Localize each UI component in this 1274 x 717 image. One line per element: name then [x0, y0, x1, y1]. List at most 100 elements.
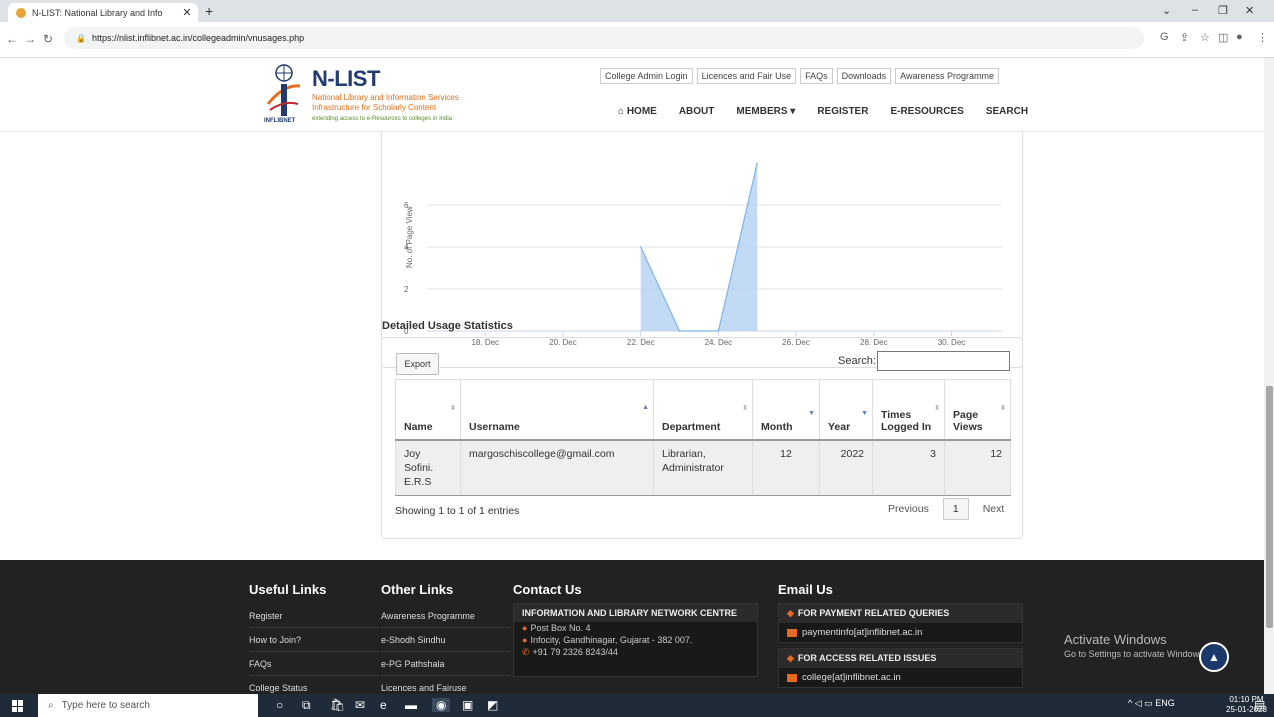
footer-link-licences[interactable]: Licences and Fairuse [381, 676, 511, 694]
sort-icon: ⬍ [450, 405, 456, 412]
export-button[interactable]: Export [396, 353, 439, 375]
column-header-year[interactable]: Year ▼ [819, 379, 873, 441]
tab-search-icon[interactable]: ⌄ [1162, 4, 1171, 17]
column-header-department[interactable]: Department ⬍ [653, 379, 753, 441]
url-bar[interactable]: 🔒 https://nlist.inflibnet.ac.in/collegea… [64, 27, 1144, 49]
column-header-page-views[interactable]: Page Views ⬍ [944, 379, 1011, 441]
phone-icon: ✆ [522, 647, 530, 657]
chrome-icon[interactable]: ◉ [432, 698, 451, 712]
share-icon[interactable]: ⇪ [1180, 31, 1189, 44]
nav-register[interactable]: REGISTER [817, 106, 868, 117]
tab-title: N-LIST: National Library and Info [32, 7, 163, 18]
task-view-icon[interactable]: ⧉ [302, 698, 311, 713]
search-input[interactable] [877, 351, 1010, 371]
previous-button[interactable]: Previous [878, 498, 939, 520]
y-tick-label: 2 [404, 285, 409, 294]
language-indicator[interactable]: ENG [1155, 698, 1175, 708]
column-header-month[interactable]: Month ▼ [752, 379, 820, 441]
access-heading: FOR ACCESS RELATED ISSUES [797, 653, 937, 663]
site-header: INFLIBNET N-LIST National Library and In… [0, 58, 1264, 132]
link-faqs[interactable]: FAQs [800, 68, 833, 84]
question-icon: ◆ [787, 653, 794, 663]
nav-home[interactable]: ⌂ HOME [618, 106, 657, 117]
file-explorer-icon[interactable]: ▬ [405, 698, 417, 712]
google-icon[interactable]: G [1160, 31, 1169, 43]
windows-taskbar: ⌕ Type here to search ○ ⧉ 🛍 ✉ e ▬ ◉ ▣ ◩ … [0, 694, 1274, 717]
column-header-times-logged-in[interactable]: Times Logged In ⬍ [872, 379, 945, 441]
mail-app-icon[interactable]: ✉ [355, 698, 365, 712]
mail-icon [787, 673, 797, 682]
sort-icon: ⬍ [934, 405, 940, 412]
close-window-icon[interactable]: ✕ [1245, 4, 1254, 17]
footer-link-awareness[interactable]: Awareness Programme [381, 604, 511, 628]
close-tab-icon[interactable]: ✕ [180, 6, 194, 19]
entries-info: Showing 1 to 1 of 1 entries [395, 505, 520, 517]
pagination: Previous 1 Next [878, 498, 1014, 520]
chart-point[interactable] [678, 330, 681, 332]
home-icon: ⌂ [618, 106, 627, 117]
footer-link-faqs[interactable]: FAQs [249, 652, 379, 676]
sort-desc-icon: ▼ [861, 410, 868, 417]
cortana-icon[interactable]: ○ [276, 698, 283, 712]
taskbar-search-input[interactable]: ⌕ Type here to search [38, 694, 258, 717]
store-icon[interactable]: 🛍 [330, 698, 345, 712]
access-email-link[interactable]: college[at]inflibnet.ac.in [779, 668, 1022, 687]
contact-org: INFORMATION AND LIBRARY NETWORK CENTRE [514, 604, 757, 622]
cell-page-views: 12 [944, 439, 1011, 496]
back-icon[interactable]: ← [6, 32, 18, 46]
top-links: College Admin Login Licences and Fair Us… [600, 68, 1000, 84]
windows-start-icon[interactable] [12, 700, 24, 712]
link-licences[interactable]: Licences and Fair Use [696, 68, 797, 84]
forward-icon[interactable]: → [24, 32, 36, 46]
chart-point[interactable] [756, 162, 759, 164]
link-awareness[interactable]: Awareness Programme [895, 68, 1000, 84]
restore-icon[interactable]: ❐ [1218, 4, 1228, 17]
photos-icon[interactable]: ◩ [487, 698, 498, 712]
chevron-up-icon: ▲ [1208, 650, 1220, 664]
back-to-top-button[interactable]: ▲ [1199, 642, 1229, 672]
app-icon[interactable]: ▣ [462, 698, 473, 712]
scrollbar-thumb[interactable] [1266, 386, 1273, 628]
page-1-button[interactable]: 1 [942, 498, 969, 520]
nav-eresources[interactable]: E-RESOURCES [890, 106, 963, 117]
side-panel-icon[interactable]: ◫ [1218, 31, 1228, 44]
nav-about[interactable]: ABOUT [679, 106, 715, 117]
menu-dots-icon[interactable]: ⋮ [1257, 31, 1268, 44]
profile-icon[interactable]: ● [1236, 31, 1243, 43]
volume-icon[interactable]: ◁ [1135, 698, 1144, 708]
footer-link-eshodh[interactable]: e-Shodh Sindhu [381, 628, 511, 652]
notification-icon[interactable]: ▤ [1254, 698, 1265, 712]
other-links-title: Other Links [381, 582, 454, 597]
edge-icon[interactable]: e [380, 698, 387, 712]
system-tray: ^ ◁ ▭ ENG [1128, 698, 1175, 709]
footer-link-register[interactable]: Register [249, 604, 379, 628]
chart-point[interactable] [639, 246, 642, 248]
column-header-name[interactable]: Name ⬍ [395, 379, 461, 441]
browser-tab[interactable]: N-LIST: National Library and Info ✕ [8, 3, 198, 22]
search-label: Search: [838, 355, 876, 367]
other-links-list: Awareness Programme e-Shodh Sindhu e-PG … [381, 604, 511, 694]
new-tab-icon[interactable]: + [205, 3, 213, 19]
reload-icon[interactable]: ↻ [43, 32, 53, 46]
minimize-icon[interactable]: – [1192, 4, 1198, 16]
next-button[interactable]: Next [973, 498, 1015, 520]
footer-link-college-status[interactable]: College Status [249, 676, 379, 694]
nav-search[interactable]: SEARCH [986, 106, 1028, 117]
usage-table: Name ⬍ Username ▲ Department ⬍ Month ▼ Year ▼… [395, 379, 1011, 496]
column-header-username[interactable]: Username ▲ [460, 379, 654, 441]
network-icon[interactable]: ▭ [1144, 698, 1155, 708]
usage-table-panel: Export Search: Name ⬍ Username ▲ Departmen… [381, 337, 1023, 539]
payment-email-link[interactable]: paymentinfo[at]inflibnet.ac.in [779, 623, 1022, 642]
bookmark-star-icon[interactable]: ☆ [1200, 31, 1210, 44]
lock-icon: 🔒 [76, 33, 86, 43]
payment-email-box: ◆ FOR PAYMENT RELATED QUERIES paymentinfo… [778, 603, 1023, 643]
footer-link-how-to-join[interactable]: How to Join? [249, 628, 379, 652]
link-college-admin-login[interactable]: College Admin Login [600, 68, 693, 84]
chevron-up-icon[interactable]: ^ [1128, 698, 1132, 708]
footer-link-epg[interactable]: e-PG Pathshala [381, 652, 511, 676]
nlist-logo[interactable]: INFLIBNET N-LIST National Library and In… [262, 64, 512, 126]
chart-y-label: No. of Page View [405, 206, 414, 268]
contact-title: Contact Us [513, 582, 582, 597]
nav-members[interactable]: MEMBERS ▾ [736, 106, 795, 117]
link-downloads[interactable]: Downloads [836, 68, 892, 84]
